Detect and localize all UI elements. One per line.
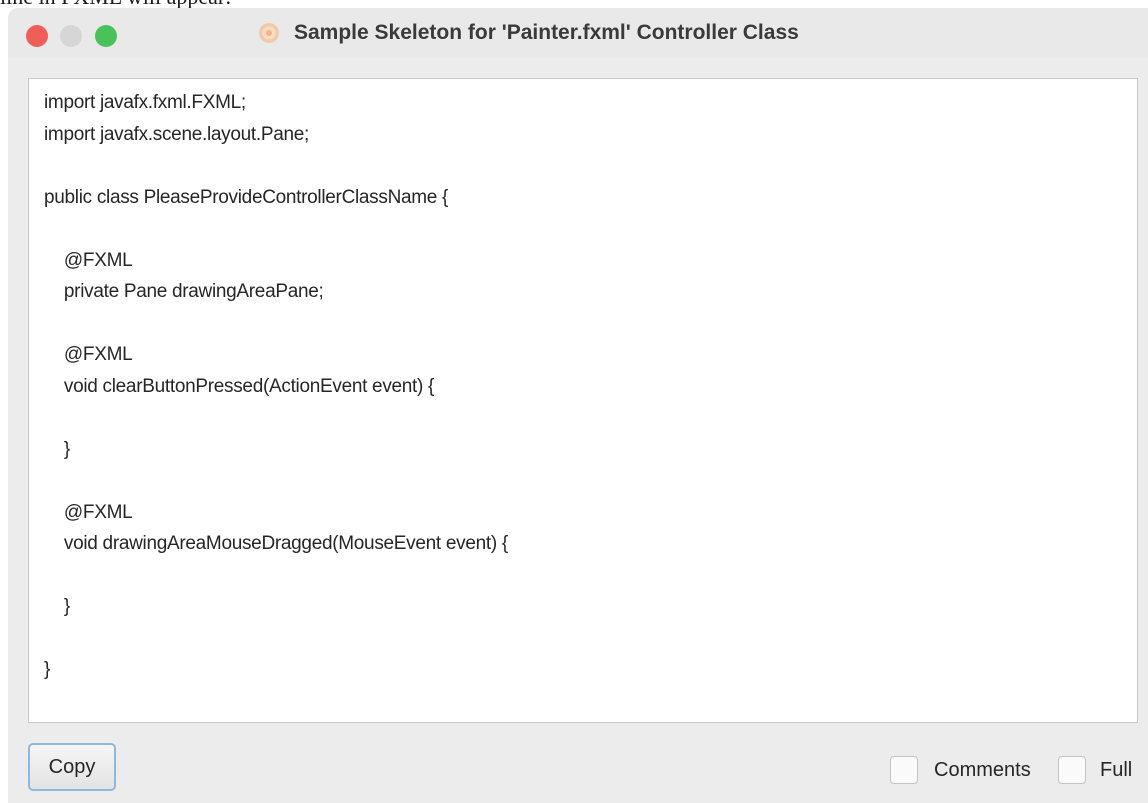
title-bar[interactable]: Sample Skeleton for 'Painter.fxml' Contr… [8,8,1148,58]
full-label[interactable]: Full [1100,759,1132,782]
maximize-window-button[interactable] [95,25,117,47]
full-option[interactable]: Full [1058,755,1132,785]
comments-checkbox[interactable] [890,756,918,784]
page: line in FXML will appear: Sample Skeleto… [0,0,1148,803]
code-line: @FXML [44,501,133,523]
comments-label[interactable]: Comments [934,759,1031,782]
window-title: Sample Skeleton for 'Painter.fxml' Contr… [294,21,799,44]
code-line: import javafx.fxml.FXML; [44,92,246,113]
code-line: @FXML [44,249,133,271]
code-line: import javafx.scene.layout.Pane; [44,123,309,145]
code-line: private Pane drawingAreaPane; [44,281,324,302]
code-text-area[interactable]: import javafx.fxml.FXML; import javafx.sc… [28,78,1138,723]
window-title-group: Sample Skeleton for 'Painter.fxml' Contr… [258,18,799,48]
minimize-window-button[interactable] [60,25,82,47]
comments-option[interactable]: Comments [890,755,1031,785]
code-line: @FXML [44,344,133,365]
partial-caption-text: line in FXML will appear: [0,0,231,8]
bottom-toolbar: Copy Comments Full [8,728,1148,803]
full-checkbox[interactable] [1058,756,1086,784]
controller-skeleton-window: Sample Skeleton for 'Painter.fxml' Contr… [8,8,1148,803]
code-line: } [44,596,70,617]
code-line: } [44,438,70,460]
code-line: void clearButtonPressed(ActionEvent even… [44,375,435,397]
code-line: void drawingAreaMouseDragged(MouseEvent … [44,533,508,554]
scene-builder-icon [259,23,279,43]
code-line: public class PleaseProvideControllerClas… [44,186,449,208]
copy-button[interactable]: Copy [28,743,116,791]
code-line: } [44,659,51,680]
close-window-button[interactable] [26,25,48,47]
code-content: import javafx.fxml.FXML; import javafx.sc… [44,87,508,686]
